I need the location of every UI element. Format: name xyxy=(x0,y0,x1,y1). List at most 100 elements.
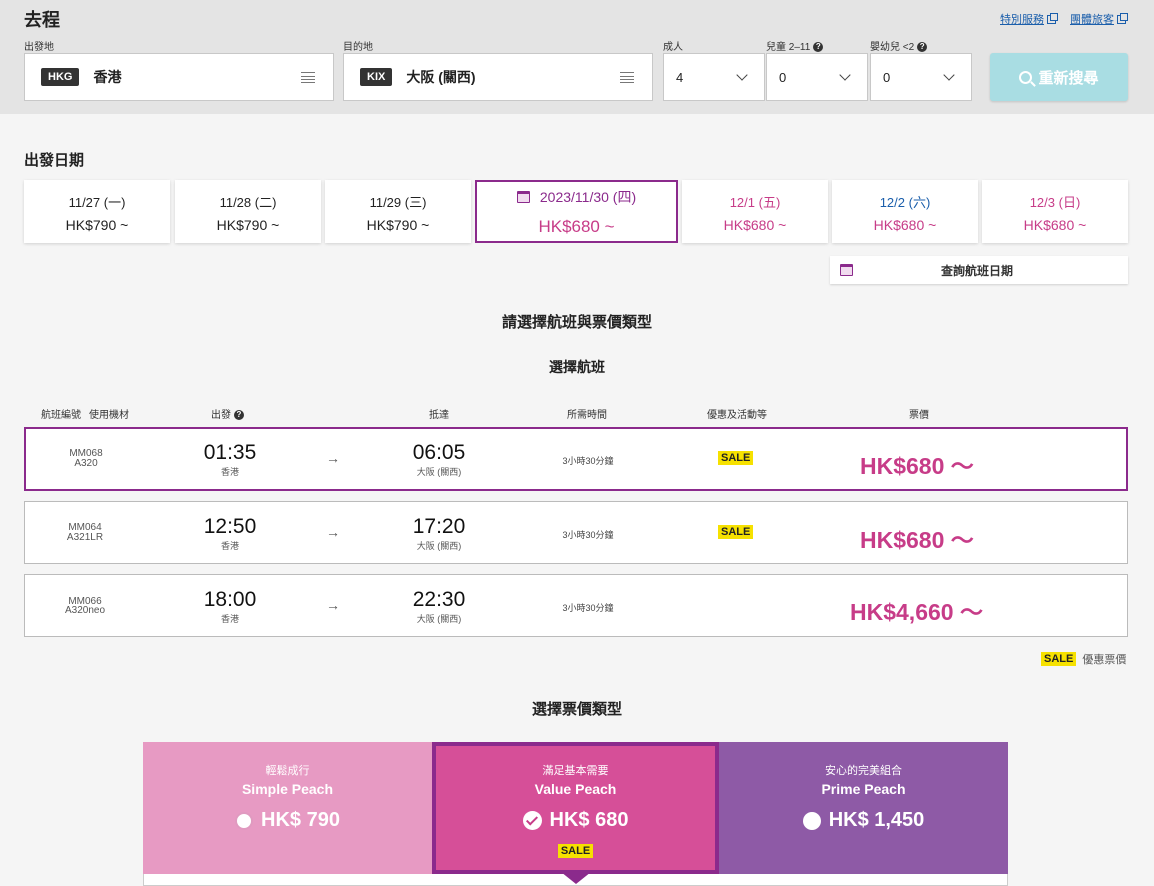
flight-price: HK$4,660 ～ xyxy=(850,599,983,625)
infants-select[interactable]: 0 xyxy=(870,53,972,101)
departure-date-title: 出發日期 xyxy=(24,152,85,169)
link-label: 團體旅客 xyxy=(1070,14,1114,26)
col-duration: 所需時間 xyxy=(567,410,607,421)
search-panel: 去程 特別服務 團體旅客 出發地 HKG 香港 目的地 KIX 大阪 (關西) … xyxy=(0,0,1154,114)
flight-row-selected[interactable]: MM068 A320 01:35 香港 → 06:05 大阪 (關西) 3小時3… xyxy=(24,427,1128,491)
col-flight-no: 航班編號 xyxy=(41,410,81,421)
date-tab[interactable]: 11/28 (二) HK$790 ~ xyxy=(175,180,321,243)
chevron-down-icon xyxy=(943,69,955,81)
departure-time: 01:35 xyxy=(203,441,257,464)
col-depart-wrap: 出發? xyxy=(211,406,244,421)
fare-value-peach-selected[interactable]: 滿足基本需要 Value Peach HK$ 680 SALE xyxy=(432,742,719,874)
flight-duration: 3小時30分鐘 xyxy=(562,603,614,613)
flight-price: HK$680 ～ xyxy=(860,527,974,553)
flight-schedule-label: 查詢航班日期 xyxy=(941,263,1014,278)
radio-icon[interactable] xyxy=(235,811,254,830)
origin-label: 出發地 xyxy=(24,42,54,53)
departure-time: 18:00 xyxy=(203,588,257,611)
sale-badge: SALE xyxy=(1041,652,1077,666)
chevron-down-icon xyxy=(839,69,851,81)
infants-label-wrap: 嬰幼兒 <2? xyxy=(870,38,928,53)
origin-name: 香港 xyxy=(93,69,122,85)
col-promo: 優惠及活動等 xyxy=(707,410,767,421)
date-tab-date: 11/29 (三) xyxy=(369,195,427,210)
check-circle-icon[interactable] xyxy=(522,811,542,830)
fare-subtitle: 輕鬆成行 xyxy=(265,765,310,777)
help-icon[interactable]: ? xyxy=(917,42,928,52)
research-button[interactable]: 重新搜尋 xyxy=(990,53,1128,101)
fare-price: HK$ 680 xyxy=(549,809,629,831)
date-tab-date: 2023/11/30 (四) xyxy=(539,189,637,205)
date-tab[interactable]: 11/29 (三) HK$790 ~ xyxy=(325,180,471,243)
date-tab[interactable]: 12/3 (日) HK$680 ~ xyxy=(982,180,1128,243)
col-depart: 出發 xyxy=(211,410,231,421)
departure-city: 香港 xyxy=(220,614,239,624)
date-tab-price: HK$680 ~ xyxy=(723,217,787,233)
departure-city: 香港 xyxy=(220,467,239,477)
date-tab-date: 11/27 (一) xyxy=(68,195,126,210)
flight-row[interactable]: MM064 A321LR 12:50 香港 → 17:20 大阪 (關西) 3小… xyxy=(24,501,1128,564)
fare-prime-peach[interactable]: 安心的完美組合 Prime Peach HK$ 1,450 xyxy=(719,742,1008,874)
research-button-label: 重新搜尋 xyxy=(1038,69,1099,87)
sale-badge: SALE xyxy=(557,844,594,858)
fare-simple-peach[interactable]: 輕鬆成行 Simple Peach HK$ 790 xyxy=(143,742,432,874)
arrow-right-icon: → xyxy=(326,597,340,613)
select-fare-heading: 選擇票價類型 xyxy=(531,701,622,718)
infants-value: 0 xyxy=(883,69,891,85)
fare-name: Prime Peach xyxy=(821,781,906,797)
sale-badge: SALE xyxy=(718,525,754,539)
origin-code-badge: HKG xyxy=(41,68,80,86)
adults-value: 4 xyxy=(676,69,684,85)
departure-city: 香港 xyxy=(220,541,239,551)
date-tab[interactable]: 11/27 (一) HK$790 ~ xyxy=(24,180,170,243)
date-tab-price: HK$680 ~ xyxy=(538,217,615,236)
flight-duration: 3小時30分鐘 xyxy=(562,530,614,540)
flight-row[interactable]: MM066 A320neo 18:00 香港 → 22:30 大阪 (關西) 3… xyxy=(24,574,1128,637)
help-icon[interactable]: ? xyxy=(234,410,244,420)
flight-schedule-button[interactable]: 查詢航班日期 xyxy=(830,256,1128,284)
select-flight-heading: 選擇航班 xyxy=(549,359,605,375)
origin-field[interactable]: HKG 香港 xyxy=(24,53,334,101)
date-tab-price: HK$790 ~ xyxy=(216,217,280,233)
sale-badge: SALE xyxy=(718,451,754,465)
date-tab-price: HK$790 ~ xyxy=(366,217,430,233)
date-tab-selected[interactable]: 2023/11/30 (四) HK$680 ~ xyxy=(475,180,678,243)
calendar-icon xyxy=(840,264,853,276)
list-icon xyxy=(620,72,634,83)
fare-price: HK$ 1,450 xyxy=(828,809,925,831)
fare-subtitle: 安心的完美組合 xyxy=(825,765,902,777)
arrival-city: 大阪 (關西) xyxy=(416,467,462,477)
aircraft-type: A320neo xyxy=(64,605,106,616)
help-icon[interactable]: ? xyxy=(813,42,824,52)
infants-label: 嬰幼兒 <2 xyxy=(870,42,915,53)
date-tab-date: 11/28 (二) xyxy=(219,195,277,210)
arrival-time: 17:20 xyxy=(412,515,466,538)
adults-select[interactable]: 4 xyxy=(663,53,765,101)
arrow-right-icon: → xyxy=(326,524,340,540)
flight-duration: 3小時30分鐘 xyxy=(562,456,614,466)
destination-code-badge: KIX xyxy=(360,68,393,86)
radio-icon[interactable] xyxy=(802,811,821,830)
calendar-icon xyxy=(516,191,530,203)
sale-legend: SALE 優惠票價 xyxy=(1041,651,1126,667)
col-fare: 票價 xyxy=(909,410,929,421)
arrival-time: 06:05 xyxy=(412,441,466,464)
group-travel-link[interactable]: 團體旅客 xyxy=(1070,11,1128,27)
children-label: 兒童 2–11 xyxy=(766,42,811,53)
destination-field[interactable]: KIX 大阪 (關西) xyxy=(343,53,653,101)
arrow-right-icon: → xyxy=(326,450,340,466)
sale-legend-text: 優惠票價 xyxy=(1082,654,1127,666)
children-select[interactable]: 0 xyxy=(766,53,868,101)
arrival-city: 大阪 (關西) xyxy=(416,614,462,624)
fare-price: HK$ 790 xyxy=(261,809,340,831)
arrival-time: 22:30 xyxy=(412,588,466,611)
link-label: 特別服務 xyxy=(1000,14,1044,26)
select-flight-fare-heading: 請選擇航班與票價類型 xyxy=(501,314,652,331)
date-tab-price: HK$680 ~ xyxy=(1023,217,1087,233)
date-tab-date: 12/1 (五) xyxy=(729,195,781,210)
date-tab[interactable]: 12/2 (六) HK$680 ~ xyxy=(832,180,978,243)
date-tab[interactable]: 12/1 (五) HK$680 ~ xyxy=(682,180,828,243)
aircraft-type: A320 xyxy=(74,458,98,469)
special-service-link[interactable]: 特別服務 xyxy=(1000,11,1058,27)
external-link-icon xyxy=(1117,12,1128,24)
